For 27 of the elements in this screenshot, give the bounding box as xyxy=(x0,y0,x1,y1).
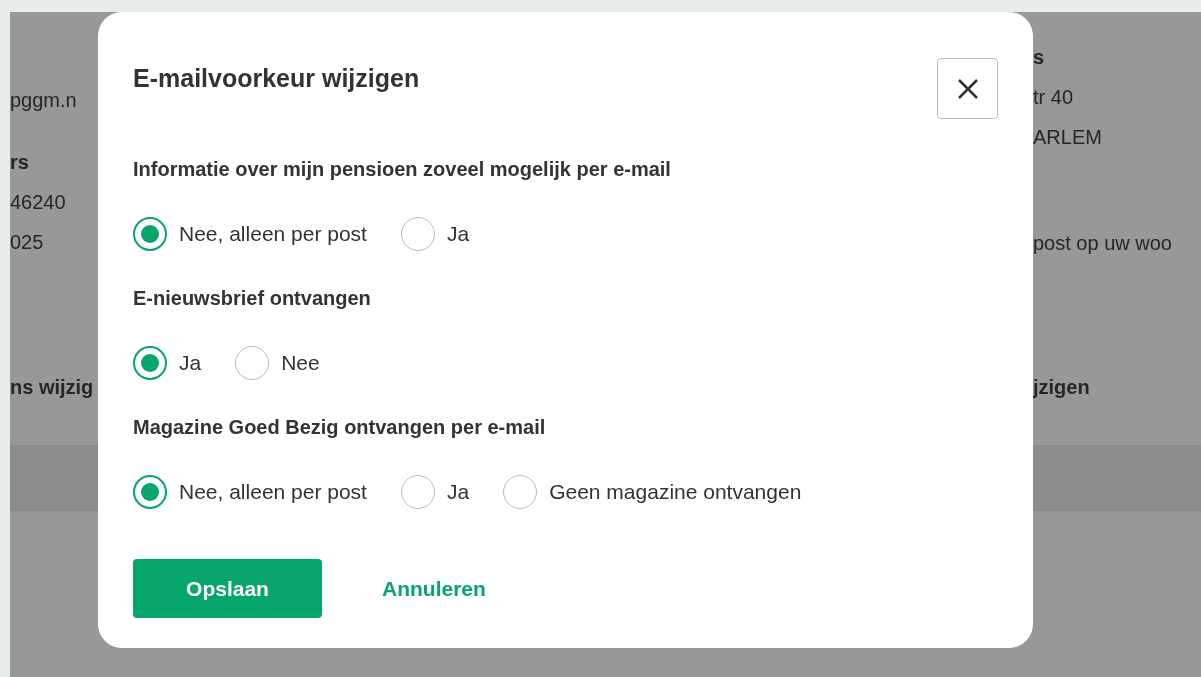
background-text: s xyxy=(1033,45,1046,70)
background-text: jzigen xyxy=(1033,375,1091,400)
background-text: post op uw woo xyxy=(1033,231,1173,256)
radio-button[interactable] xyxy=(235,346,270,380)
dialog-title: E-mailvoorkeur wijzigen xyxy=(133,64,420,93)
question-label: Magazine Goed Bezig ontvangen per e-mail xyxy=(133,416,547,439)
radio-button[interactable] xyxy=(133,346,167,380)
background-text: 46240 xyxy=(10,190,67,215)
radio-option[interactable]: Nee, alleen per post xyxy=(133,475,367,509)
question-label: Informatie over mijn pensioen zoveel mogelijk per e-mail xyxy=(133,158,672,181)
radio-option[interactable]: Ja xyxy=(400,475,470,509)
background-text: rs xyxy=(10,150,30,175)
background-text: ARLEM xyxy=(1033,125,1103,150)
radio-option[interactable]: Nee, alleen per post xyxy=(133,217,367,251)
close-button[interactable] xyxy=(937,58,998,119)
radio-option[interactable]: Ja xyxy=(400,217,470,251)
radio-option[interactable]: Geen magazine ontvangen xyxy=(503,475,802,509)
radio-option[interactable]: Ja xyxy=(133,346,202,380)
background-text: 025 xyxy=(10,230,45,255)
background-text: pggm.n xyxy=(10,88,78,113)
background-text: tr 40 xyxy=(1033,85,1075,110)
question-label: E-nieuwsbrief ontvangen xyxy=(133,287,372,310)
close-icon xyxy=(956,77,979,100)
radio-button[interactable] xyxy=(133,475,167,509)
background-text: ns wijzig xyxy=(10,375,95,400)
radio-option[interactable]: Nee xyxy=(235,346,320,380)
radio-button[interactable] xyxy=(133,217,167,251)
